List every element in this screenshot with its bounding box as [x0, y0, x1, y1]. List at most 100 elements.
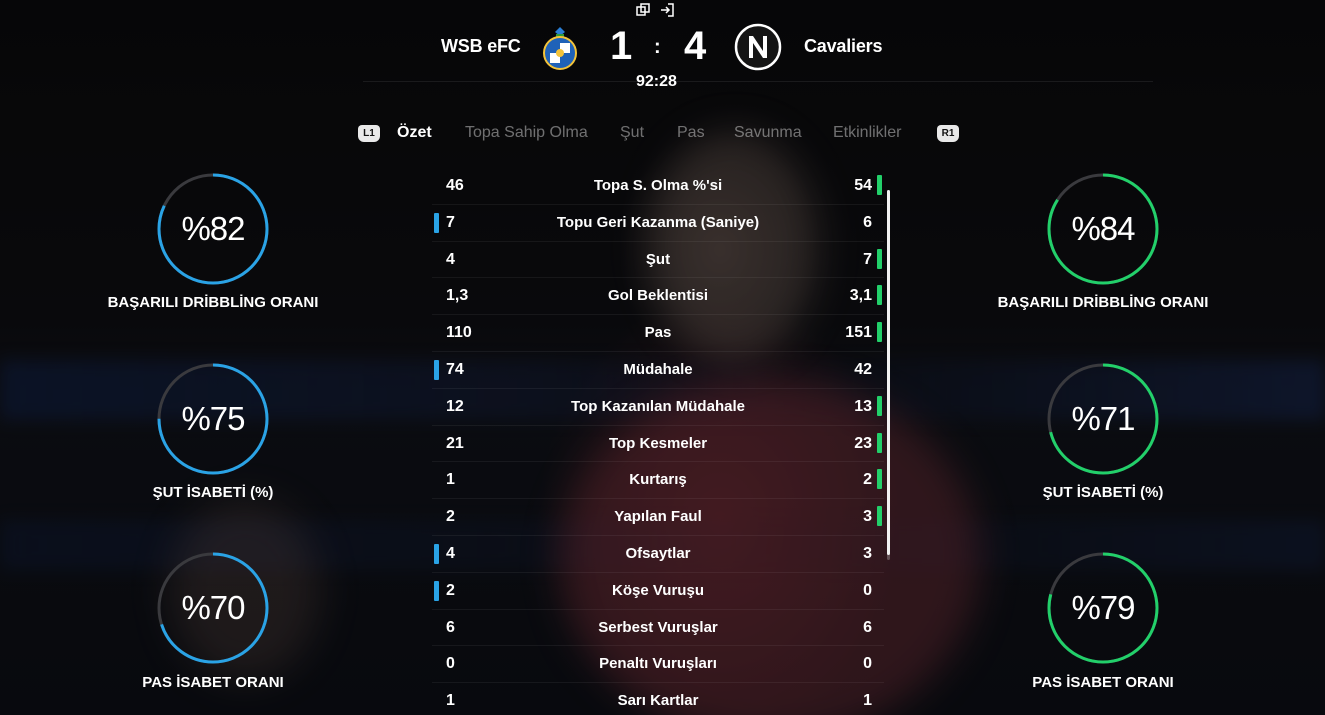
stat-name: Top Kazanılan Müdahale [571, 397, 745, 415]
stat-name: Topu Geri Kazanma (Saniye) [556, 213, 760, 231]
home-leader-marker [434, 359, 439, 380]
away-stat-value: 151 [845, 324, 872, 342]
tab-ozet[interactable]: Özet [397, 124, 432, 142]
fc-porto-crest-icon [539, 24, 581, 70]
ring-label: PAS İSABET ORANI [1032, 674, 1174, 691]
stat-name: Pas [644, 324, 672, 342]
home-stat-value: 12 [446, 397, 464, 415]
home-stat-value: 7 [446, 213, 455, 231]
ring-value: %82 [181, 210, 245, 247]
home-stat-value: 2 [446, 508, 455, 526]
stat-row: 46 Topa S. Olma %'si 54 [432, 168, 884, 205]
home-leader-marker [434, 212, 439, 233]
tab-possession[interactable]: Topa Sahip Olma [465, 124, 588, 142]
scrollbar-thumb[interactable] [887, 190, 890, 555]
stat-name: Serbest Vuruşlar [598, 618, 718, 636]
away-stat-value: 3 [863, 544, 872, 562]
home-stat-value: 0 [446, 655, 455, 673]
stat-name: Penaltı Vuruşları [599, 655, 717, 673]
ring-value: %79 [1071, 589, 1135, 626]
home-stat-value: 46 [446, 177, 464, 194]
tab-events[interactable]: Etkinlikler [833, 124, 901, 142]
stat-row: 74 Müdahale 42 [432, 352, 884, 389]
stat-row: 2 Köşe Vuruşu 0 [432, 573, 884, 610]
away-leader-marker [877, 432, 882, 453]
tab-passes[interactable]: Pas [677, 124, 705, 142]
stat-row: 4 Ofsaytlar 3 [432, 536, 884, 573]
away-stat-value: 3 [863, 508, 872, 526]
stats-scrollbar[interactable] [887, 190, 890, 560]
away-stat-value: 0 [863, 655, 872, 673]
away-leader-marker [877, 395, 882, 416]
ring-value: %84 [1071, 210, 1135, 247]
away-score: 4 [684, 24, 707, 68]
stat-name: Şut [645, 250, 671, 268]
away-stat-value: 23 [854, 434, 872, 452]
home-stat-value: 1,3 [446, 287, 469, 305]
away-leader-marker [877, 248, 882, 269]
stat-row: 1,3 Gol Beklentisi 3,1 [432, 278, 884, 316]
home-shot-accuracy-ring: %75 [156, 362, 270, 476]
home-stat-value: 4 [446, 250, 455, 268]
stat-row: 12 Top Kazanılan Müdahale 13 [432, 389, 884, 426]
home-pass-accuracy-ring: %70 [156, 551, 270, 665]
stat-row: 21 Top Kesmeler 23 [432, 426, 884, 463]
home-stat-value: 1 [446, 692, 455, 710]
away-stat-value: 1 [863, 692, 872, 710]
stat-row: 7 Topu Geri Kazanma (Saniye) 6 [432, 205, 884, 242]
stat-row: 1 Kurtarış 2 [432, 462, 884, 500]
napoli-n-crest-icon [733, 22, 783, 72]
away-leader-marker [877, 322, 882, 343]
stat-name: Müdahale [623, 360, 693, 378]
stat-name: Topa S. Olma %'si [593, 177, 723, 194]
ring-label: PAS İSABET ORANI [142, 674, 284, 691]
ring-label: ŞUT İSABETİ (%) [152, 484, 274, 501]
window-restore-icon[interactable] [636, 3, 650, 17]
stats-table[interactable]: 46 Topa S. Olma %'si 54 7 Topu Geri Kazanma … [432, 168, 884, 715]
away-stat-value: 42 [854, 360, 872, 378]
stat-name: Sarı Kartlar [617, 692, 699, 710]
away-stat-value: 6 [863, 618, 872, 636]
away-stat-value: 6 [863, 213, 872, 231]
away-stat-value: 13 [854, 397, 872, 415]
tab-shots[interactable]: Şut [620, 124, 644, 142]
stats-tabs: Özet Topa Sahip Olma Şut Pas Savunma Etk… [0, 124, 1325, 146]
r1-button-icon[interactable]: R1 [937, 125, 959, 142]
home-stat-value: 6 [446, 618, 455, 636]
away-stat-value: 3,1 [849, 287, 872, 305]
stat-name: Top Kesmeler [608, 434, 708, 452]
home-stat-value: 74 [446, 360, 464, 378]
home-dribble-ring: %82 [156, 172, 270, 286]
ring-value: %71 [1071, 400, 1135, 437]
score-separator: : [654, 36, 661, 58]
away-stat-value: 2 [863, 471, 872, 489]
away-stat-value: 54 [854, 177, 872, 194]
stat-name: Kurtarış [629, 471, 687, 489]
away-leader-marker [877, 506, 882, 527]
sign-in-icon[interactable] [660, 3, 674, 17]
tab-defense[interactable]: Savunma [734, 124, 802, 142]
home-stat-value: 4 [446, 544, 455, 562]
stat-name: Ofsaytlar [625, 544, 691, 562]
home-score: 1 [610, 24, 633, 68]
top-icons [636, 3, 674, 17]
ring-value: %70 [181, 589, 245, 626]
home-stat-value: 2 [446, 581, 455, 599]
away-leader-marker [877, 285, 882, 306]
header-divider [363, 81, 1153, 82]
match-stats-screen: WSB eFC 1 : 4 Cavaliers 92:28 L1 Özet To… [0, 0, 1325, 715]
home-leader-marker [434, 543, 439, 564]
stat-row: 2 Yapılan Faul 3 [432, 499, 884, 536]
stat-name: Köşe Vuruşu [612, 581, 704, 599]
away-team-name: Cavaliers [804, 36, 883, 56]
match-clock: 92:28 [636, 73, 677, 90]
stat-row: 6 Serbest Vuruşlar 6 [432, 610, 884, 647]
home-stat-value: 1 [446, 471, 455, 489]
stat-row: 110 Pas 151 [432, 315, 884, 352]
away-leader-marker [877, 469, 882, 490]
stat-row: 0 Penaltı Vuruşları 0 [432, 646, 884, 684]
home-stat-value: 21 [446, 434, 464, 452]
away-dribble-ring: %84 [1046, 172, 1160, 286]
ring-label: BAŞARILI DRİBBLİNG ORANI [997, 294, 1209, 311]
stat-row: 1 Sarı Kartlar 1 [432, 683, 884, 715]
